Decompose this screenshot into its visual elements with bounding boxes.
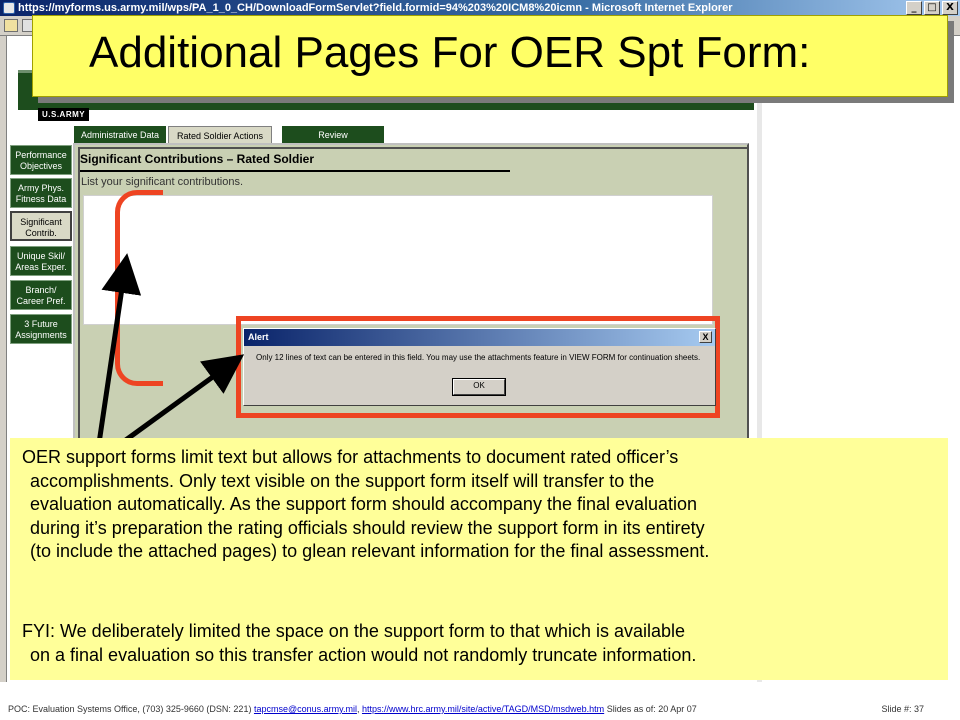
caption-line: OER support forms limit text but allows …	[22, 447, 679, 467]
caption-line: evaluation automatically. As the support…	[30, 494, 698, 514]
alert-title: Alert	[248, 332, 269, 342]
sidebar-item-label: 3 Future	[24, 319, 58, 329]
open-folder-icon[interactable]	[4, 19, 18, 32]
alert-dialog: Alert X Only 12 lines of text can be ent…	[243, 328, 716, 406]
slide-title-box: Additional Pages For OER Spt Form:	[32, 15, 948, 97]
slide-title: Additional Pages For OER Spt Form:	[89, 28, 811, 77]
left-frame-edge	[0, 36, 7, 682]
sidebar-item-label: Areas Exper.	[15, 262, 67, 272]
ie-app-icon	[3, 2, 15, 14]
sidebar-item-label: Performance	[15, 150, 67, 160]
bracket-highlight	[115, 190, 163, 386]
browser-title-bar: https://myforms.us.army.mil/wps/PA_1_0_C…	[0, 0, 960, 16]
footer-date: Slides as of: 20 Apr 07	[604, 704, 697, 714]
sidebar-item-army-phys-fitness[interactable]: Army Phys. Fitness Data	[10, 178, 72, 208]
caption-paragraph-2: FYI: We deliberately limited the space o…	[22, 620, 942, 667]
footer-prefix: POC: Evaluation Systems Office, (703) 32…	[8, 704, 254, 714]
sidebar-item-label: Objectives	[19, 161, 63, 171]
window-controls: _ □ X	[906, 1, 958, 15]
slide-footer: POC: Evaluation Systems Office, (703) 32…	[0, 684, 960, 720]
alert-ok-button[interactable]: OK	[452, 378, 506, 396]
maximize-button[interactable]: □	[924, 1, 940, 15]
sidebar-item-branch-career-pref[interactable]: Branch/ Career Pref.	[10, 280, 72, 310]
caption-line: accomplishments. Only text visible on th…	[30, 470, 655, 491]
minimize-button[interactable]: _	[906, 1, 922, 15]
sidebar-item-label: Significant	[20, 217, 62, 227]
footer-url-link[interactable]: https://www.hrc.army.mil/site/active/TAG…	[362, 704, 604, 714]
alert-message: Only 12 lines of text can be entered in …	[256, 353, 701, 362]
tab-rated-soldier-actions[interactable]: Rated Soldier Actions	[168, 126, 272, 144]
slide-number: Slide #: 37	[881, 704, 924, 714]
sidebar-item-label: Unique Skil/	[16, 251, 66, 261]
sidebar-item-label: Branch/	[25, 285, 57, 295]
sidebar-item-significant-contrib[interactable]: Significant Contrib.	[10, 211, 72, 241]
sidebar-item-label: Assignments	[15, 330, 67, 340]
significant-contributions-textarea[interactable]	[83, 195, 713, 325]
instruction-text: List your significant contributions.	[81, 176, 244, 188]
sidebar-item-unique-skill[interactable]: Unique Skil/ Areas Exper.	[10, 246, 72, 276]
close-window-button[interactable]: X	[942, 1, 958, 15]
caption-line: on a final evaluation so this transfer a…	[30, 644, 697, 665]
army-logo: U.S.ARMY	[38, 108, 90, 121]
caption-line: (to include the attached pages) to glean…	[30, 541, 710, 561]
sidebar-item-label: Fitness Data	[15, 194, 67, 204]
alert-close-button[interactable]: X	[699, 331, 712, 343]
sidebar-item-label: Career Pref.	[16, 296, 66, 306]
sidebar-item-label: Contrib.	[25, 228, 57, 238]
sidebar-item-label: Army Phys.	[17, 183, 64, 193]
sidebar-item-performance-objectives[interactable]: Performance Objectives	[10, 145, 72, 175]
alert-title-bar: Alert X	[244, 329, 715, 346]
tab-review[interactable]: Review	[282, 126, 384, 144]
caption-paragraph-1: OER support forms limit text but allows …	[22, 446, 942, 564]
caption-line: during it’s preparation the rating offic…	[30, 517, 705, 538]
footer-email-link[interactable]: tapcmse@conus.army.mil	[254, 704, 357, 714]
section-title: Significant Contributions – Rated Soldie…	[80, 152, 315, 166]
tab-administrative-data[interactable]: Administrative Data	[74, 126, 166, 144]
sidebar-item-3-future-assignments[interactable]: 3 Future Assignments	[10, 314, 72, 344]
section-divider	[80, 170, 510, 172]
caption-box: OER support forms limit text but allows …	[10, 438, 948, 680]
window-title: https://myforms.us.army.mil/wps/PA_1_0_C…	[18, 2, 733, 14]
footer-poc: POC: Evaluation Systems Office, (703) 32…	[8, 704, 697, 714]
caption-line: FYI: We deliberately limited the space o…	[22, 621, 686, 641]
